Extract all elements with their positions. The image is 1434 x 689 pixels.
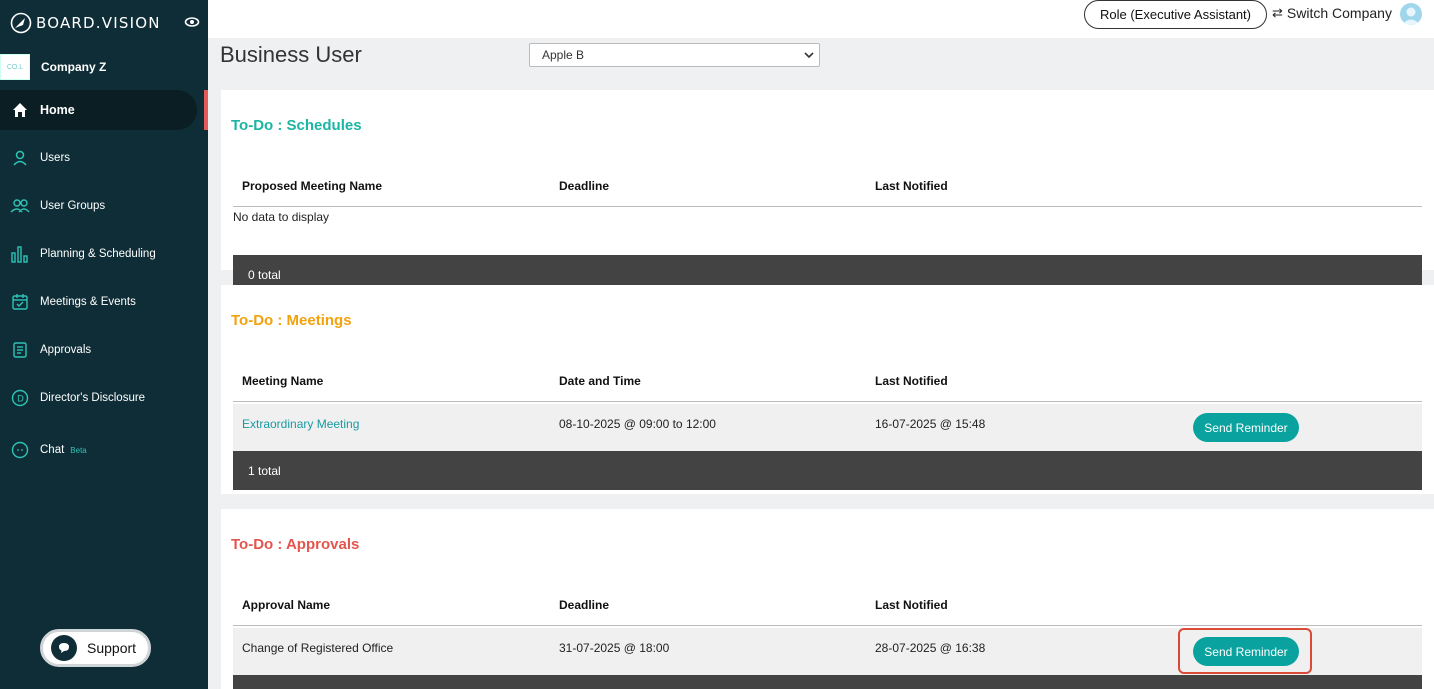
schedules-card: To-Do : Schedules Proposed Meeting Name … xyxy=(221,90,1434,294)
column-header: Last Notified xyxy=(875,179,948,193)
sidebar-item-disclosure[interactable]: D Director's Disclosure xyxy=(0,378,208,418)
sidebar-item-meetings[interactable]: Meetings & Events xyxy=(0,282,208,322)
sidebar-item-label: Chat xyxy=(40,444,65,456)
empty-message: No data to display xyxy=(233,210,330,224)
approval-deadline: 31-07-2025 @ 18:00 xyxy=(559,641,670,655)
table-footer: 1 total xyxy=(233,675,1422,689)
company-select-value: Apple B xyxy=(542,48,585,62)
sidebar-item-label: Meetings & Events xyxy=(40,296,136,308)
sidebar-item-label: Users xyxy=(40,152,71,164)
column-header: Date and Time xyxy=(559,374,641,388)
company-logo: CO.L xyxy=(0,54,30,80)
meeting-last-notified: 16-07-2025 @ 15:48 xyxy=(875,417,986,431)
column-header: Meeting Name xyxy=(242,374,324,388)
chevron-down-icon xyxy=(804,52,814,59)
switch-company-link[interactable]: ⇄ Switch Company xyxy=(1272,5,1392,21)
chat-icon xyxy=(10,440,30,460)
table-row: Change of Registered Office 31-07-2025 @… xyxy=(233,628,1422,675)
home-icon xyxy=(10,100,30,120)
brand[interactable]: BOARD.VISION xyxy=(10,10,200,36)
sidebar-item-users[interactable]: Users xyxy=(0,138,208,178)
highlight-box xyxy=(1178,628,1312,674)
user-icon xyxy=(10,148,30,168)
sidebar-item-home[interactable]: Home xyxy=(0,90,197,130)
column-header: Proposed Meeting Name xyxy=(242,179,383,193)
support-button[interactable]: Support xyxy=(40,629,151,667)
main-content: Business User Apple B To-Do : Schedules … xyxy=(208,38,1434,689)
approvals-title: To-Do : Approvals xyxy=(231,536,360,553)
sidebar-item-chat[interactable]: Chat Beta xyxy=(0,430,208,470)
column-header: Approval Name xyxy=(242,598,331,612)
sidebar-item-approvals[interactable]: Approvals xyxy=(0,330,208,370)
beta-badge: Beta xyxy=(70,445,87,455)
table-header: Proposed Meeting Name Deadline Last Noti… xyxy=(233,165,1422,207)
switch-icon: ⇄ xyxy=(1272,5,1283,20)
user-group-icon xyxy=(10,196,30,216)
sidebar-item-label: Director's Disclosure xyxy=(40,392,146,404)
support-label: Support xyxy=(87,640,137,656)
table-footer: 1 total xyxy=(233,451,1422,490)
meetings-title: To-Do : Meetings xyxy=(231,312,352,329)
eye-icon[interactable] xyxy=(184,14,200,30)
sidebar-item-label: Home xyxy=(40,103,75,117)
column-header: Last Notified xyxy=(875,598,948,612)
company-name: Company Z xyxy=(41,60,107,74)
sidebar-item-planning[interactable]: Planning & Scheduling xyxy=(0,234,208,274)
approvals-card: To-Do : Approvals Approval Name Deadline… xyxy=(221,509,1434,689)
meeting-datetime: 08-10-2025 @ 09:00 to 12:00 xyxy=(559,417,716,431)
meeting-name-link[interactable]: Extraordinary Meeting xyxy=(242,417,359,431)
support-chat-icon xyxy=(51,635,77,661)
calendar-icon xyxy=(10,292,30,312)
approval-name: Change of Registered Office xyxy=(242,641,394,655)
sidebar-item-label: Planning & Scheduling xyxy=(40,248,156,260)
page-title: Business User xyxy=(220,42,362,67)
role-button[interactable]: Role (Executive Assistant) xyxy=(1084,0,1267,29)
approval-last-notified: 28-07-2025 @ 16:38 xyxy=(875,641,986,655)
switch-company-label: Switch Company xyxy=(1286,5,1392,21)
sidebar-item-label: Approvals xyxy=(40,344,92,356)
column-header: Last Notified xyxy=(875,374,948,388)
send-reminder-button[interactable]: Send Reminder xyxy=(1193,413,1299,442)
disclosure-icon: D xyxy=(10,388,30,408)
company-selector[interactable]: CO.L Company Z xyxy=(0,54,208,80)
sidebar-item-user-groups[interactable]: User Groups xyxy=(0,186,208,226)
brand-name: BOARD.VISION xyxy=(36,14,161,32)
sidebar: BOARD.VISION CO.L Company Z Home Users U… xyxy=(0,0,208,689)
sidebar-item-label: User Groups xyxy=(40,200,106,212)
planning-icon xyxy=(10,244,30,264)
company-select[interactable]: Apple B xyxy=(529,43,820,67)
table-row: Extraordinary Meeting 08-10-2025 @ 09:00… xyxy=(233,404,1422,451)
top-bar: Role (Executive Assistant) ⇄ Switch Comp… xyxy=(208,0,1434,38)
meetings-card: To-Do : Meetings Meeting Name Date and T… xyxy=(221,285,1434,494)
column-header: Deadline xyxy=(559,598,610,612)
avatar[interactable] xyxy=(1400,3,1422,25)
svg-text:D: D xyxy=(17,395,24,405)
logo-icon xyxy=(10,12,32,34)
schedules-title: To-Do : Schedules xyxy=(231,117,362,134)
table-header: Meeting Name Date and Time Last Notified xyxy=(233,360,1422,402)
document-icon xyxy=(10,340,30,360)
column-header: Deadline xyxy=(559,179,610,193)
table-header: Approval Name Deadline Last Notified xyxy=(233,584,1422,626)
